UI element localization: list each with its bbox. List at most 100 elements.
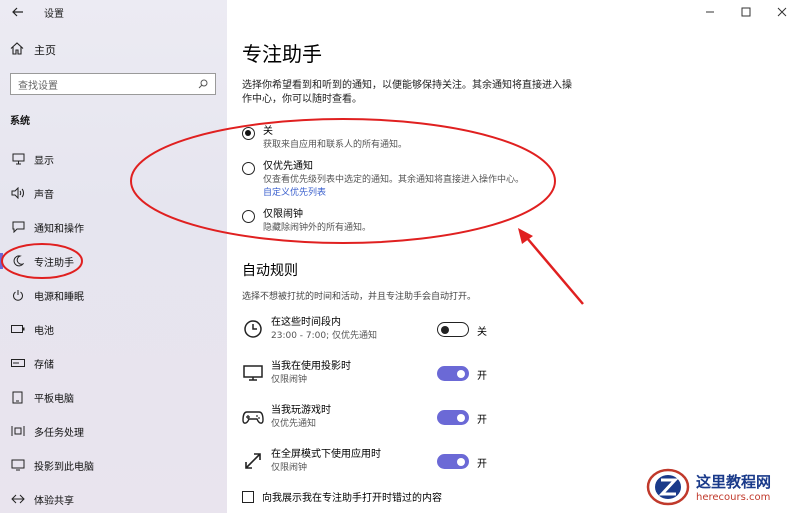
rule-summary: 仅限闹钟 [271,375,308,385]
sidebar-item-label: 存储 [34,359,54,371]
rule-name: 在全屏模式下使用应用时 [271,449,381,460]
multitask-icon [10,423,26,439]
sidebar-item-label: 投影到此电脑 [34,461,94,473]
share-icon [10,491,26,507]
radio-button-selected[interactable] [242,127,255,140]
missed-summary-option[interactable]: 向我展示我在专注助手打开时错过的内容 [242,489,442,504]
checkbox[interactable] [242,490,254,503]
home-link[interactable]: 主页 [10,42,56,58]
sidebar-item-label: 通知和操作 [34,223,84,235]
sidebar-item-label: 显示 [34,155,54,167]
radio-button[interactable] [242,162,255,175]
rule-name: 当我玩游戏时 [271,405,331,416]
rule-name: 在这些时间段内 [271,317,341,328]
rule-during-times[interactable]: 在这些时间段内 23:00 - 7:00; 仅优先通知 关 [242,316,502,360]
watermark-logo [646,468,690,506]
back-button[interactable] [0,0,36,24]
toggle-state: 开 [477,415,487,426]
page-description: 选择你希望看到和听到的通知，以便能够保持关注。其余通知将直接进入操作中心，你可以… [242,80,572,105]
sidebar-nav: 显示 声音 通知和操作 专注助手 电源和睡眠 电池 存储 平板电脑 多任务处理 … [0,142,227,513]
auto-rules-list: 在这些时间段内 23:00 - 7:00; 仅优先通知 关 当我在使用投影时 仅… [242,316,502,492]
sidebar-item-project[interactable]: 投影到此电脑 [0,448,227,482]
rule-name: 当我在使用投影时 [271,361,351,372]
sidebar-item-shared-experiences[interactable]: 体验共享 [0,482,227,513]
auto-rules-heading: 自动规则 [242,263,298,279]
option-alarms-only[interactable]: 仅限闹钟 隐藏除闹钟外的所有通知。 [242,208,524,235]
radio-button[interactable] [242,210,255,223]
title-bar: 设置 [0,0,227,24]
option-description: 隐藏除闹钟外的所有通知。 [263,223,372,233]
rule-duplicating-display[interactable]: 当我在使用投影时 仅限闹钟 开 [242,360,502,404]
main-content: 专注助手 选择你希望看到和听到的通知，以便能够保持关注。其余通知将直接进入操作中… [227,0,800,513]
storage-icon [10,355,26,371]
sidebar-item-tablet[interactable]: 平板电脑 [0,380,227,414]
page-title: 专注助手 [242,42,322,66]
sidebar-item-label: 专注助手 [34,257,74,269]
watermark-title: 这里教程网 [696,473,772,491]
fullscreen-icon [242,450,264,472]
sidebar-item-sound[interactable]: 声音 [0,176,227,210]
option-priority-only[interactable]: 仅优先通知 仅查看优先级列表中选定的通知。其余通知将直接进入操作中心。 自定义优… [242,160,524,200]
back-arrow-icon [12,7,23,17]
minimize-icon [706,11,714,13]
rule-fullscreen-app[interactable]: 在全屏模式下使用应用时 仅限闹钟 开 [242,448,502,492]
rule-toggle[interactable] [437,454,469,469]
speaker-icon [10,185,26,201]
sidebar-item-label: 平板电脑 [34,393,74,405]
rule-summary: 23:00 - 7:00; 仅优先通知 [271,331,378,341]
auto-rules-description: 选择不想被打扰的时间和活动，并且专注助手会自动打开。 [242,292,477,302]
app-title: 设置 [44,8,64,20]
close-button[interactable] [764,0,800,24]
sidebar-item-display[interactable]: 显示 [0,142,227,176]
sidebar-item-notifications[interactable]: 通知和操作 [0,210,227,244]
rule-summary: 仅限闹钟 [271,463,308,473]
rule-summary: 仅优先通知 [271,419,317,429]
sidebar-item-focus-assist[interactable]: 专注助手 [0,244,227,278]
rule-toggle[interactable] [437,410,469,425]
sidebar-item-label: 多任务处理 [34,427,84,439]
rule-playing-game[interactable]: 当我玩游戏时 仅优先通知 开 [242,404,502,448]
home-label: 主页 [34,44,56,57]
toggle-state: 开 [477,371,487,382]
sidebar-item-power[interactable]: 电源和睡眠 [0,278,227,312]
sidebar-item-label: 声音 [34,189,54,201]
customize-priority-link[interactable]: 自定义优先列表 [263,187,524,200]
checkbox-label: 向我展示我在专注助手打开时错过的内容 [262,493,442,504]
maximize-icon [741,7,751,17]
project-icon [10,457,26,473]
sidebar-item-label: 体验共享 [34,495,74,507]
tablet-icon [10,389,26,405]
watermark: 这里教程网 herecours.com [646,465,796,509]
rule-toggle[interactable] [437,322,469,337]
sidebar-item-multitasking[interactable]: 多任务处理 [0,414,227,448]
search-input[interactable]: 查找设置 [10,73,216,95]
section-label: 系统 [10,116,30,127]
option-off[interactable]: 关 获取来自应用和联系人的所有通知。 [242,125,524,152]
sidebar-item-label: 电池 [34,325,54,337]
search-icon [198,79,208,89]
close-icon [777,7,787,17]
gamepad-icon [242,406,264,428]
option-description: 仅查看优先级列表中选定的通知。其余通知将直接进入操作中心。 [263,175,525,185]
focus-mode-options: 关 获取来自应用和联系人的所有通知。 仅优先通知 仅查看优先级列表中选定的通知。… [242,125,524,243]
home-icon [10,42,26,58]
rule-toggle[interactable] [437,366,469,381]
window-controls [692,0,800,24]
sidebar-item-battery[interactable]: 电池 [0,312,227,346]
sidebar-item-label: 电源和睡眠 [34,291,84,303]
option-label: 仅限闹钟 [263,209,303,220]
option-label: 仅优先通知 [263,161,313,172]
maximize-button[interactable] [728,0,764,24]
notification-icon [10,219,26,235]
display-icon [10,151,26,167]
sidebar-item-storage[interactable]: 存储 [0,346,227,380]
search-placeholder: 查找设置 [18,80,58,92]
option-description: 获取来自应用和联系人的所有通知。 [263,140,408,150]
toggle-state: 开 [477,459,487,470]
option-label: 关 [263,126,273,137]
minimize-button[interactable] [692,0,728,24]
battery-icon [10,321,26,337]
toggle-state: 关 [477,327,487,338]
monitor-icon [242,362,264,384]
sidebar: 设置 主页 查找设置 系统 显示 声音 通知和操作 专注助手 电源和睡眠 电池 … [0,0,227,513]
